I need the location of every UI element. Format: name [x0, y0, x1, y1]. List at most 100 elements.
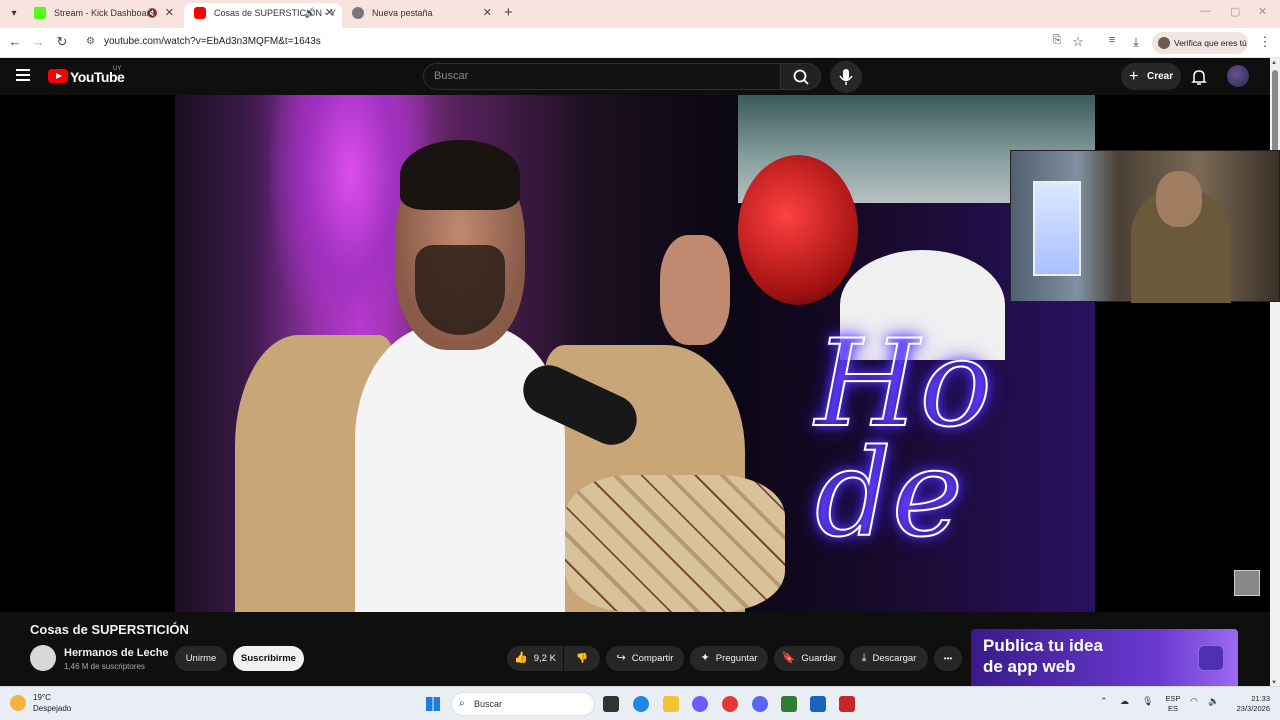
forward-icon[interactable]: →	[29, 34, 47, 49]
youtube-header: YouTube UY Buscar + Crear	[0, 58, 1270, 95]
layout-code: ES	[1167, 704, 1178, 713]
profile-icon	[1158, 37, 1170, 49]
tab-title: Nueva pestaña	[372, 8, 433, 18]
install-app-icon[interactable]: ⎘	[1048, 34, 1066, 47]
file-explorer-icon[interactable]	[663, 696, 679, 712]
search-icon: ⌕	[459, 698, 465, 709]
save-label: Guardar	[801, 653, 837, 664]
like-button[interactable]: 👍 9,2 K	[507, 646, 563, 671]
account-avatar[interactable]	[1227, 65, 1249, 87]
downloads-icon[interactable]: ⤓	[1127, 34, 1145, 50]
create-button[interactable]: + Crear	[1121, 63, 1181, 90]
ask-button[interactable]: ✦ Preguntar	[690, 646, 768, 671]
subscriber-count: 1,46 M de suscriptores	[64, 662, 145, 671]
download-button[interactable]: ⤓ Descargar	[850, 646, 928, 671]
video-title: Cosas de SUPERSTICIÓN	[30, 622, 189, 637]
host-beard	[415, 245, 505, 335]
ad-line-2: de app web	[983, 657, 1076, 676]
neon-sign: Ho de	[814, 315, 993, 564]
tray-chevron-icon[interactable]: ⌃	[1100, 696, 1108, 707]
media-control-icon[interactable]: ≡	[1103, 34, 1121, 46]
tab-kick-dashboard[interactable]: Stream - Kick Dashboard 🔇 ✕	[24, 3, 182, 28]
browser-tab-strip: ▾ Stream - Kick Dashboard 🔇 ✕ Cosas de S…	[0, 0, 1280, 28]
save-button[interactable]: 🔖 Guardar	[774, 646, 844, 671]
mic-tray-icon[interactable]: 🎙	[1142, 696, 1153, 707]
copilot-icon[interactable]	[692, 696, 708, 712]
join-button[interactable]: Unirme	[175, 646, 227, 671]
cloud-icon[interactable]: ☁	[1120, 696, 1129, 707]
minimize-icon[interactable]: —	[1200, 5, 1211, 17]
channel-avatar[interactable]	[30, 645, 56, 671]
webcam-overlay	[1010, 150, 1280, 303]
host-hair	[400, 140, 520, 210]
url-text[interactable]: youtube.com/watch?v=EbAd3n3MQFM&t=1643s	[104, 36, 321, 47]
subscribe-button[interactable]: Suscribirme	[233, 646, 304, 671]
video-frame: Ho de	[175, 95, 1095, 612]
tab-search-icon[interactable]: ▾	[6, 6, 22, 22]
language-indicator[interactable]: ESP ES	[1163, 694, 1183, 714]
windows-start-icon[interactable]	[426, 697, 440, 711]
voice-search-button[interactable]	[830, 61, 862, 93]
tab-audio-icon[interactable]: 🔊	[305, 3, 316, 24]
search-input[interactable]: Buscar	[423, 63, 781, 90]
antivirus-icon[interactable]	[839, 696, 855, 712]
system-clock[interactable]: 21:33 23/3/2026	[1230, 694, 1270, 714]
share-label: Compartir	[631, 653, 674, 664]
youtube-logo-icon[interactable]	[48, 69, 68, 83]
webcam-person-head	[1156, 171, 1202, 227]
window-close-icon[interactable]: ✕	[1258, 5, 1267, 18]
wifi-icon[interactable]: ◠	[1190, 696, 1198, 707]
chrome-icon[interactable]	[722, 696, 738, 712]
tab-title: Stream - Kick Dashboard	[54, 8, 155, 18]
tab-title: Cosas de SUPERSTICIÓN - Y	[214, 8, 336, 18]
chrome-favicon-icon	[352, 7, 364, 19]
browser-menu-icon[interactable]: ⋮	[1256, 34, 1274, 50]
dislike-button[interactable]: 👎	[564, 646, 600, 671]
tab-new-tab[interactable]: Nueva pestaña ✕	[342, 3, 500, 28]
ad-app-icon	[1198, 645, 1224, 671]
site-info-icon[interactable]: ⚙	[86, 36, 95, 47]
notifications-button[interactable]	[1190, 68, 1208, 86]
verify-identity-chip[interactable]: Verifica que eres tú	[1152, 32, 1248, 54]
tab-close-icon[interactable]: ✕	[165, 3, 174, 24]
maximize-icon[interactable]: ▢	[1230, 5, 1240, 18]
share-icon: ↪	[616, 652, 626, 664]
menu-icon[interactable]	[16, 69, 30, 81]
bell-icon	[1191, 70, 1207, 85]
volume-icon[interactable]: 🔈	[1208, 696, 1219, 707]
back-icon[interactable]: ←	[6, 34, 24, 49]
create-label: Crear	[1147, 71, 1174, 82]
weather-widget[interactable]: 19°C Despejado	[33, 692, 71, 714]
task-view-icon[interactable]	[603, 696, 619, 712]
lang-code: ESP	[1165, 694, 1181, 703]
tab-muted-icon[interactable]: 🔇	[147, 3, 158, 24]
clock-date: 23/3/2026	[1236, 704, 1270, 713]
share-button[interactable]: ↪ Compartir	[606, 646, 684, 671]
scroll-up-icon[interactable]: ▲	[1271, 60, 1277, 66]
more-actions-button[interactable]: •••	[934, 646, 962, 671]
bookmark-star-icon[interactable]: ☆	[1069, 34, 1087, 50]
host-hand	[660, 235, 730, 345]
excel-icon[interactable]	[781, 696, 797, 712]
weather-condition: Despejado	[33, 704, 72, 713]
channel-name[interactable]: Hermanos de Leche	[64, 647, 169, 659]
address-bar[interactable]: ⚙ youtube.com/watch?v=EbAd3n3MQFM&t=1643…	[78, 32, 1098, 54]
edge-icon[interactable]	[633, 696, 649, 712]
tab-youtube-video[interactable]: Cosas de SUPERSTICIÓN - Y 🔊 ✕	[184, 3, 342, 28]
search-button[interactable]	[781, 63, 821, 90]
tab-close-icon[interactable]: ✕	[483, 3, 492, 24]
taskbar-search[interactable]: ⌕ Buscar	[451, 692, 595, 716]
new-tab-button[interactable]: +	[504, 4, 513, 21]
plaid-pants	[565, 475, 785, 612]
channel-watermark-icon[interactable]	[1234, 570, 1260, 596]
youtube-favicon-icon	[194, 7, 206, 19]
tab-close-icon[interactable]: ✕	[325, 3, 334, 24]
download-icon: ⤓	[861, 652, 867, 664]
word-icon[interactable]	[810, 696, 826, 712]
moon-weather-icon[interactable]	[10, 695, 26, 711]
clock-time: 21:33	[1251, 694, 1270, 703]
reload-icon[interactable]: ↻	[53, 34, 71, 50]
kick-favicon-icon	[34, 7, 46, 19]
discord-icon[interactable]	[752, 696, 768, 712]
sponsored-ad[interactable]: Publica tu idea de app web	[971, 629, 1238, 686]
